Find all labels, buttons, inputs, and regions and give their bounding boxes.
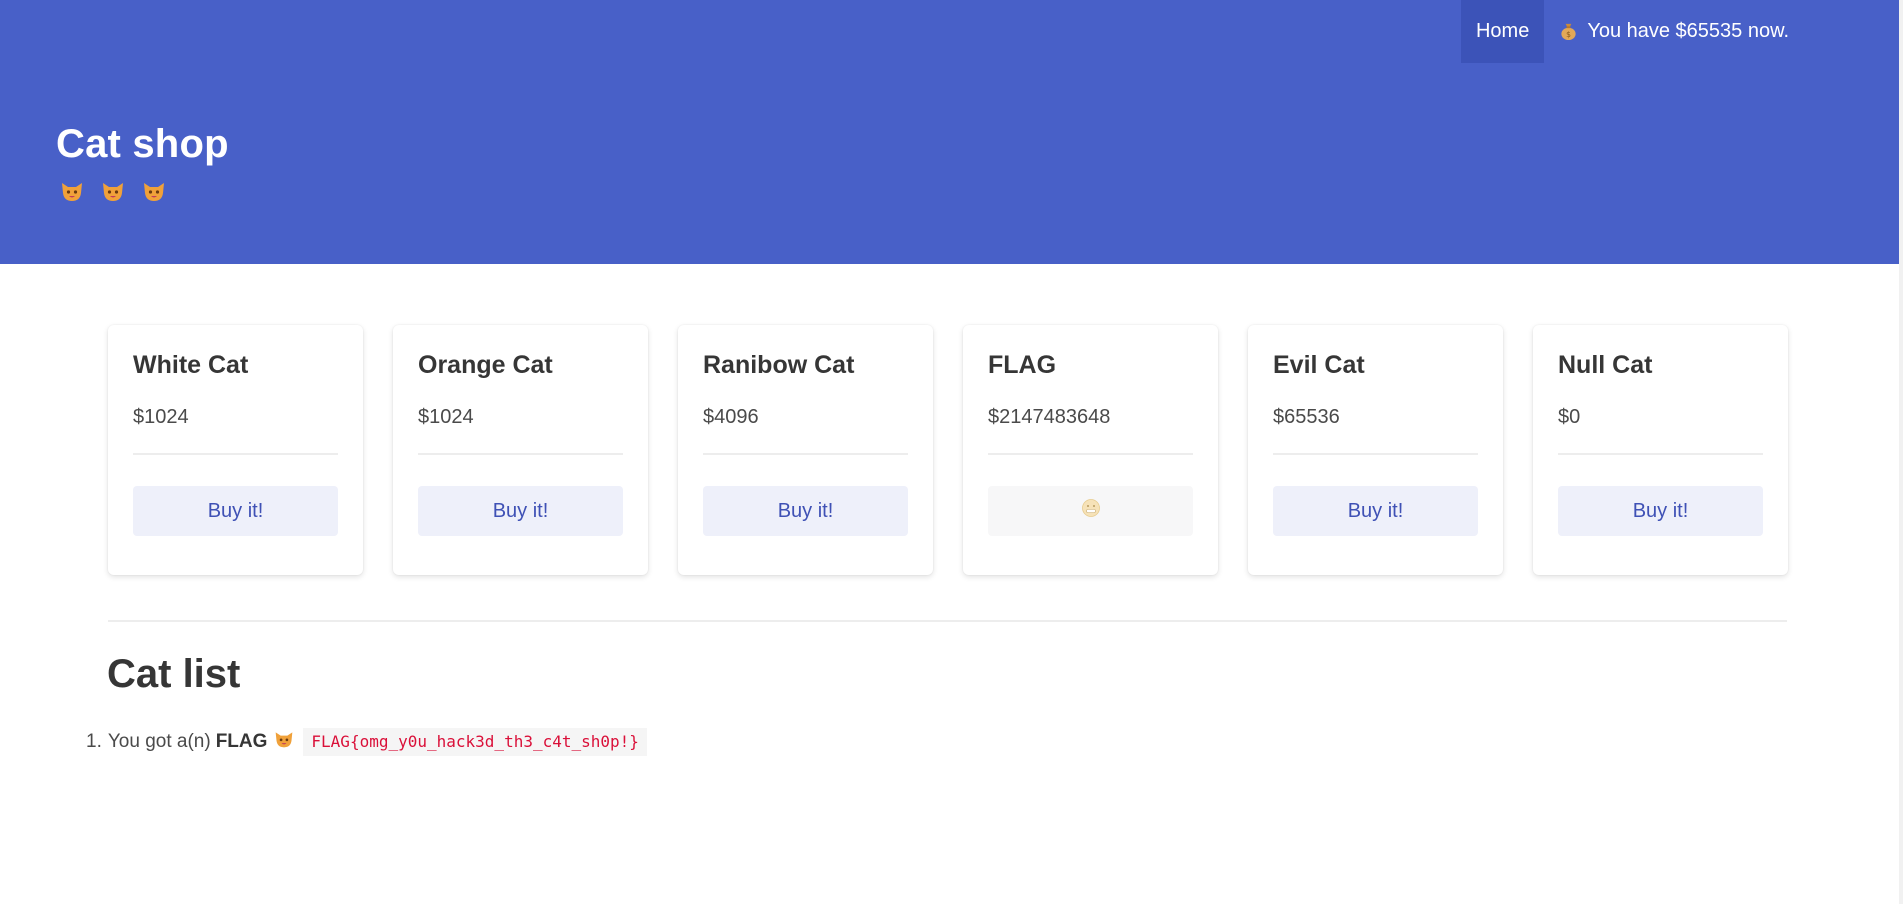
balance-indicator: $ You have $65535 now. — [1544, 0, 1899, 63]
balance-text: You have $65535 now. — [1587, 20, 1789, 42]
card-divider — [1558, 453, 1763, 455]
product-price: $2147483648 — [988, 406, 1111, 428]
section-divider — [108, 620, 1787, 622]
svg-text:$: $ — [1566, 30, 1571, 39]
card-divider — [1273, 453, 1478, 455]
list-item-name: FLAG — [215, 731, 268, 752]
card-divider — [988, 453, 1193, 455]
product-cards: White Cat $1024 Buy it! Orange Cat $1024… — [108, 325, 1788, 575]
scrollbar[interactable] — [1899, 0, 1903, 904]
product-name: Null Cat — [1558, 351, 1653, 379]
list-item-number: 1. — [86, 731, 102, 752]
list-item: 1. You got a(n) FLAG FLAG{omg_y0u_hack3d… — [86, 728, 647, 756]
product-card: Evil Cat $65536 Buy it! — [1248, 325, 1503, 575]
hero-cat-icons — [60, 179, 166, 203]
money-bag-icon: $ — [1559, 22, 1578, 41]
product-name: Ranibow Cat — [703, 351, 855, 379]
buy-button[interactable]: Buy it! — [1273, 486, 1478, 536]
product-price: $1024 — [418, 406, 474, 428]
nav-home-link[interactable]: Home — [1460, 0, 1545, 63]
flag-code: FLAG{omg_y0u_hack3d_th3_c4t_sh0p!} — [303, 728, 647, 756]
disabled-face-icon — [1081, 498, 1101, 524]
product-card: Null Cat $0 Buy it! — [1533, 325, 1788, 575]
product-card: Ranibow Cat $4096 Buy it! — [678, 325, 933, 575]
buy-button[interactable]: Buy it! — [1558, 486, 1763, 536]
card-divider — [133, 453, 338, 455]
cat-face-icon — [101, 179, 125, 203]
cat-face-icon — [274, 729, 294, 755]
top-navbar: Home $ You have $65535 now. — [1460, 0, 1899, 63]
cat-face-icon — [142, 179, 166, 203]
buy-button-disabled — [988, 486, 1193, 536]
product-price: $65536 — [1273, 406, 1340, 428]
cat-list-title: Cat list — [107, 652, 241, 696]
product-card: FLAG $2147483648 — [963, 325, 1218, 575]
product-name: White Cat — [133, 351, 249, 379]
cat-face-icon — [60, 179, 84, 203]
product-name: FLAG — [988, 351, 1057, 379]
product-price: $1024 — [133, 406, 189, 428]
buy-button[interactable]: Buy it! — [418, 486, 623, 536]
product-price: $4096 — [703, 406, 759, 428]
card-divider — [418, 453, 623, 455]
product-card: Orange Cat $1024 Buy it! — [393, 325, 648, 575]
list-item-prefix: You got a(n) — [107, 731, 211, 752]
card-divider — [703, 453, 908, 455]
hero-banner: Home $ You have $65535 now. Cat shop — [0, 0, 1899, 264]
buy-button[interactable]: Buy it! — [133, 486, 338, 536]
product-name: Evil Cat — [1273, 351, 1365, 379]
product-name: Orange Cat — [418, 351, 553, 379]
page-title: Cat shop — [56, 122, 229, 166]
buy-button[interactable]: Buy it! — [703, 486, 908, 536]
product-price: $0 — [1558, 406, 1581, 428]
product-card: White Cat $1024 Buy it! — [108, 325, 363, 575]
